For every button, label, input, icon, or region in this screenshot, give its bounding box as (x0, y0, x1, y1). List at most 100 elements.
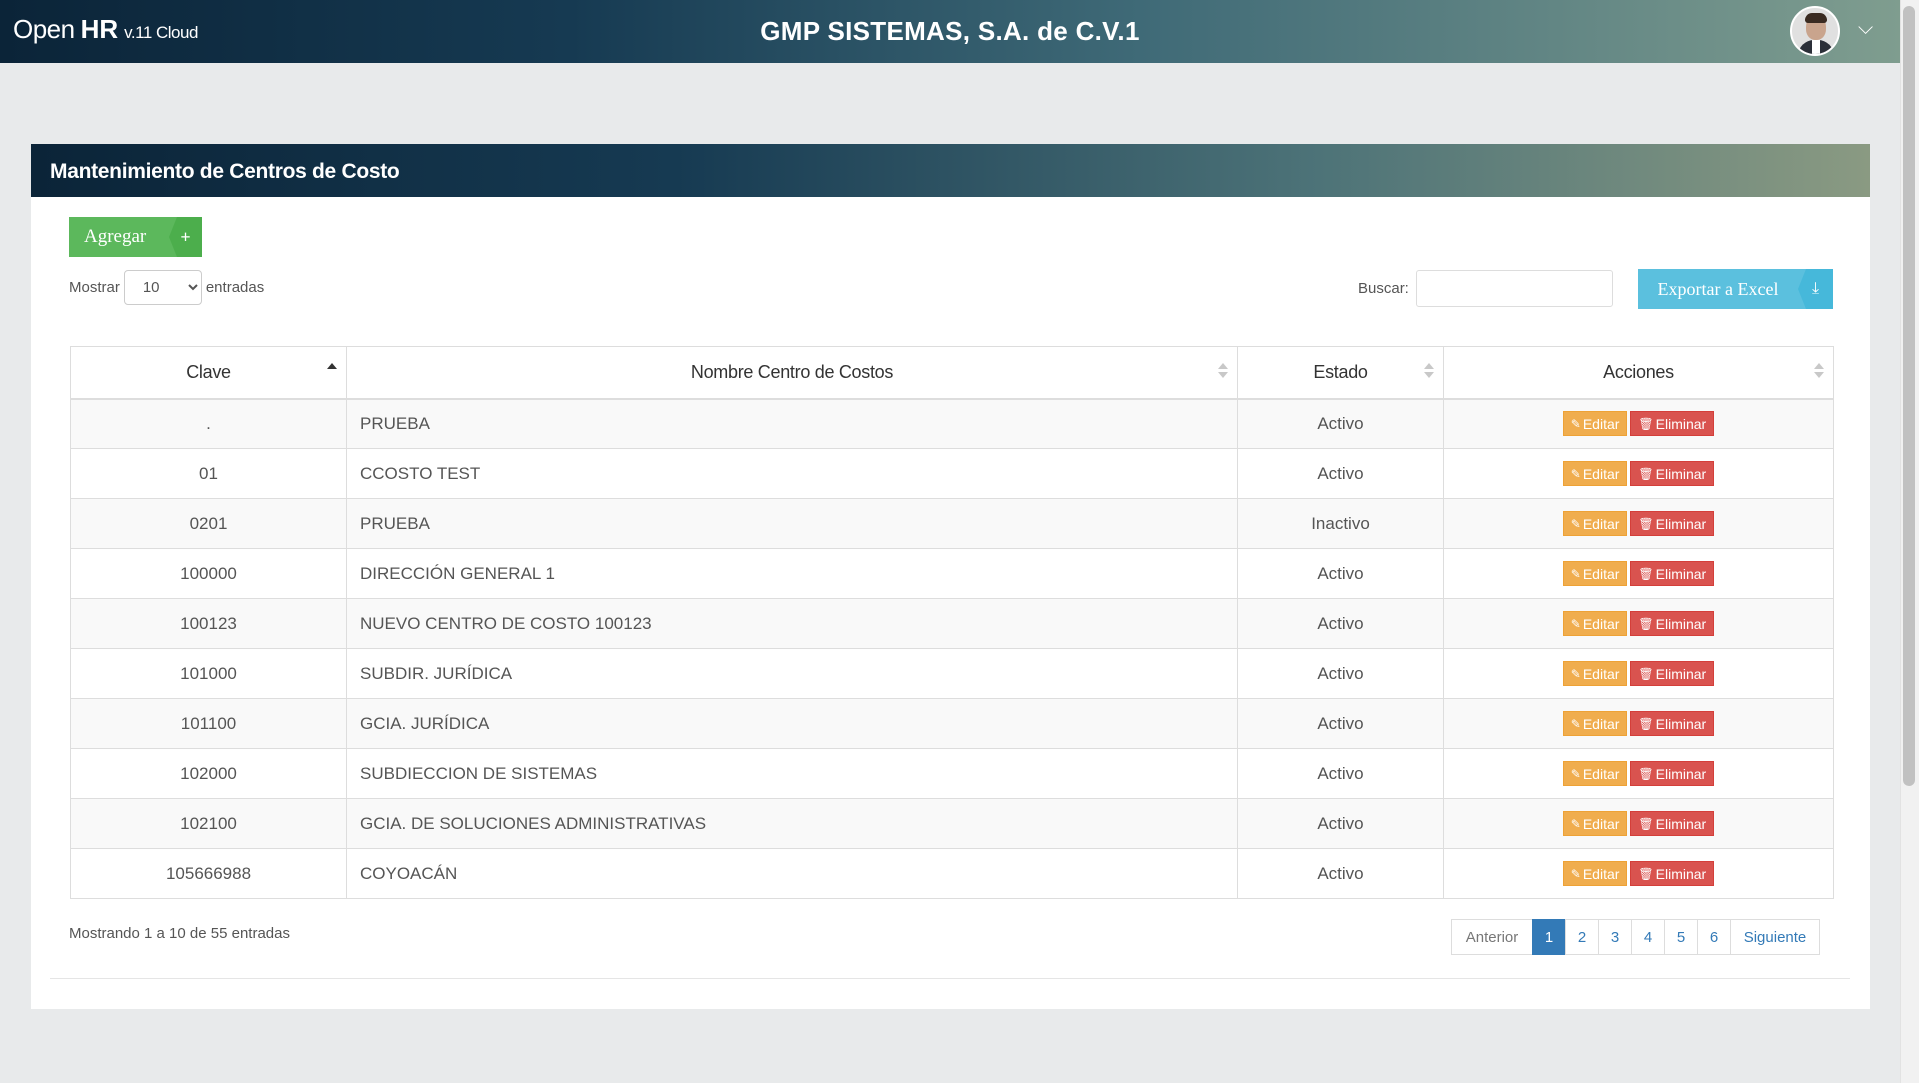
trash-icon: 🗑 (1638, 716, 1654, 731)
delete-button-label: Eliminar (1655, 415, 1707, 432)
table-info: Mostrando 1 a 10 de 55 entradas (69, 925, 290, 942)
cell-acciones: ✎ Editar 🗑 Eliminar (1443, 648, 1834, 699)
edit-icon: ✎ (1570, 666, 1581, 681)
edit-button[interactable]: ✎ Editar (1562, 661, 1628, 686)
delete-button[interactable]: 🗑 Eliminar (1630, 411, 1715, 437)
edit-button-label: Editar (1582, 665, 1620, 682)
column-header-clave[interactable]: Clave (70, 346, 347, 400)
sort-icon (1218, 361, 1228, 381)
cell-estado: Activo (1237, 848, 1444, 899)
pagination-page[interactable]: 3 (1598, 919, 1632, 955)
delete-button[interactable]: 🗑 Eliminar (1630, 511, 1715, 536)
edit-button-label: Editar (1582, 865, 1620, 882)
cell-estado: Activo (1237, 548, 1444, 599)
pagination-page[interactable]: 2 (1565, 919, 1599, 955)
table-row: 102100 GCIA. DE SOLUCIONES ADMINISTRATIVA… (70, 798, 1834, 849)
table-row: 0201 PRUEBA Inactivo ✎ Editar 🗑 Eliminar (70, 498, 1834, 549)
edit-icon: ✎ (1570, 766, 1581, 781)
column-header-label: Estado (1313, 361, 1368, 382)
chevron-down-icon[interactable]: ⌵ (1858, 17, 1873, 40)
edit-button[interactable]: ✎ Editar (1562, 611, 1628, 636)
delete-button[interactable]: 🗑 Eliminar (1630, 561, 1715, 586)
trash-icon: 🗑 (1638, 816, 1654, 831)
scrollbar-thumb[interactable] (1903, 6, 1915, 786)
export-excel-button[interactable]: Exportar a Excel ⤓ (1638, 269, 1833, 309)
edit-icon: ✎ (1570, 816, 1581, 831)
cell-estado: Activo (1237, 748, 1444, 799)
cell-nombre: GCIA. DE SOLUCIONES ADMINISTRATIVAS (346, 798, 1238, 849)
pagination: Anterior 1 2 3 4 5 6 Siguiente (1451, 919, 1820, 955)
cell-clave: 101100 (70, 698, 347, 749)
cell-acciones: ✎ Editar 🗑 Eliminar (1443, 498, 1834, 549)
edit-button-label: Editar (1582, 815, 1620, 832)
pagination-next[interactable]: Siguiente (1730, 919, 1820, 955)
cell-acciones: ✎ Editar 🗑 Eliminar (1443, 598, 1834, 649)
sort-icon (1424, 361, 1434, 381)
column-header-label: Nombre Centro de Costos (690, 361, 894, 382)
page-length-control: Mostrar 10 entradas (69, 270, 264, 305)
trash-icon: 🗑 (1638, 866, 1654, 881)
table-row: 01 CCOSTO TEST Activo ✎ Editar 🗑 Eliminar (70, 448, 1834, 499)
pagination-page[interactable]: 6 (1697, 919, 1731, 955)
edit-button[interactable]: ✎ Editar (1562, 811, 1628, 836)
edit-button-label: Editar (1582, 715, 1620, 732)
cell-nombre: PRUEBA (346, 498, 1238, 549)
cell-clave: 100000 (70, 548, 347, 599)
delete-button[interactable]: 🗑 Eliminar (1630, 811, 1715, 836)
add-button-label: Agregar (84, 226, 147, 247)
cell-clave: 102000 (70, 748, 347, 799)
cell-estado: Activo (1237, 698, 1444, 749)
edit-button[interactable]: ✎ Editar (1562, 461, 1628, 486)
edit-button[interactable]: ✎ Editar (1562, 511, 1628, 536)
delete-button-label: Eliminar (1655, 615, 1707, 632)
table-row: . PRUEBA Activo ✎ Editar 🗑 Eliminar (70, 398, 1834, 449)
column-header-estado[interactable]: Estado (1237, 346, 1444, 400)
page-length-select[interactable]: 10 (123, 270, 202, 305)
edit-button[interactable]: ✎ Editar (1562, 411, 1628, 437)
user-avatar[interactable] (1790, 6, 1840, 56)
cost-centers-table: Clave Nombre Centro de Costos Estado Acc… (70, 346, 1834, 899)
delete-button[interactable]: 🗑 Eliminar (1630, 711, 1715, 736)
delete-button[interactable]: 🗑 Eliminar (1630, 861, 1715, 886)
cell-acciones: ✎ Editar 🗑 Eliminar (1443, 848, 1834, 899)
cell-nombre: CCOSTO TEST (346, 448, 1238, 499)
cell-clave: 105666988 (70, 848, 347, 899)
cell-nombre: NUEVO CENTRO DE COSTO 100123 (346, 598, 1238, 649)
pagination-prev[interactable]: Anterior (1451, 919, 1533, 955)
length-label-before: Mostrar (69, 279, 120, 296)
edit-button-label: Editar (1582, 465, 1620, 482)
delete-button[interactable]: 🗑 Eliminar (1630, 611, 1715, 636)
delete-button[interactable]: 🗑 Eliminar (1630, 461, 1715, 486)
sort-asc-icon (327, 361, 337, 381)
edit-button[interactable]: ✎ Editar (1562, 711, 1628, 736)
delete-button[interactable]: 🗑 Eliminar (1630, 761, 1715, 786)
trash-icon: 🗑 (1638, 516, 1654, 531)
search-input[interactable] (1415, 270, 1613, 307)
cell-clave: 0201 (70, 498, 347, 549)
delete-button[interactable]: 🗑 Eliminar (1630, 661, 1715, 686)
pagination-page[interactable]: 5 (1664, 919, 1698, 955)
cell-acciones: ✎ Editar 🗑 Eliminar (1443, 748, 1834, 799)
cell-acciones: ✎ Editar 🗑 Eliminar (1443, 698, 1834, 749)
download-icon: ⤓ (1798, 269, 1833, 309)
edit-icon: ✎ (1570, 716, 1581, 731)
table-row: 101000 SUBDIR. JURÍDICA Activo ✎ Editar 🗑 Elim… (70, 648, 1834, 699)
cost-centers-panel: Mantenimiento de Centros de Costo Agrega… (31, 144, 1870, 1009)
edit-icon: ✎ (1570, 516, 1581, 531)
edit-button[interactable]: ✎ Editar (1562, 561, 1628, 586)
add-button[interactable]: Agregar + (69, 217, 202, 257)
sort-icon (1814, 361, 1824, 381)
cell-nombre: SUBDIECCION DE SISTEMAS (346, 748, 1238, 799)
pagination-page[interactable]: 1 (1532, 919, 1566, 955)
edit-button[interactable]: ✎ Editar (1562, 761, 1628, 786)
edit-button[interactable]: ✎ Editar (1562, 861, 1628, 886)
cell-nombre: GCIA. JURÍDICA (346, 698, 1238, 749)
cell-estado: Activo (1237, 448, 1444, 499)
delete-button-label: Eliminar (1655, 715, 1707, 732)
column-header-nombre[interactable]: Nombre Centro de Costos (346, 346, 1238, 400)
pagination-page[interactable]: 4 (1631, 919, 1665, 955)
column-header-acciones[interactable]: Acciones (1443, 346, 1834, 400)
trash-icon: 🗑 (1638, 666, 1654, 681)
cell-acciones: ✎ Editar 🗑 Eliminar (1443, 548, 1834, 599)
cell-estado: Activo (1237, 798, 1444, 849)
